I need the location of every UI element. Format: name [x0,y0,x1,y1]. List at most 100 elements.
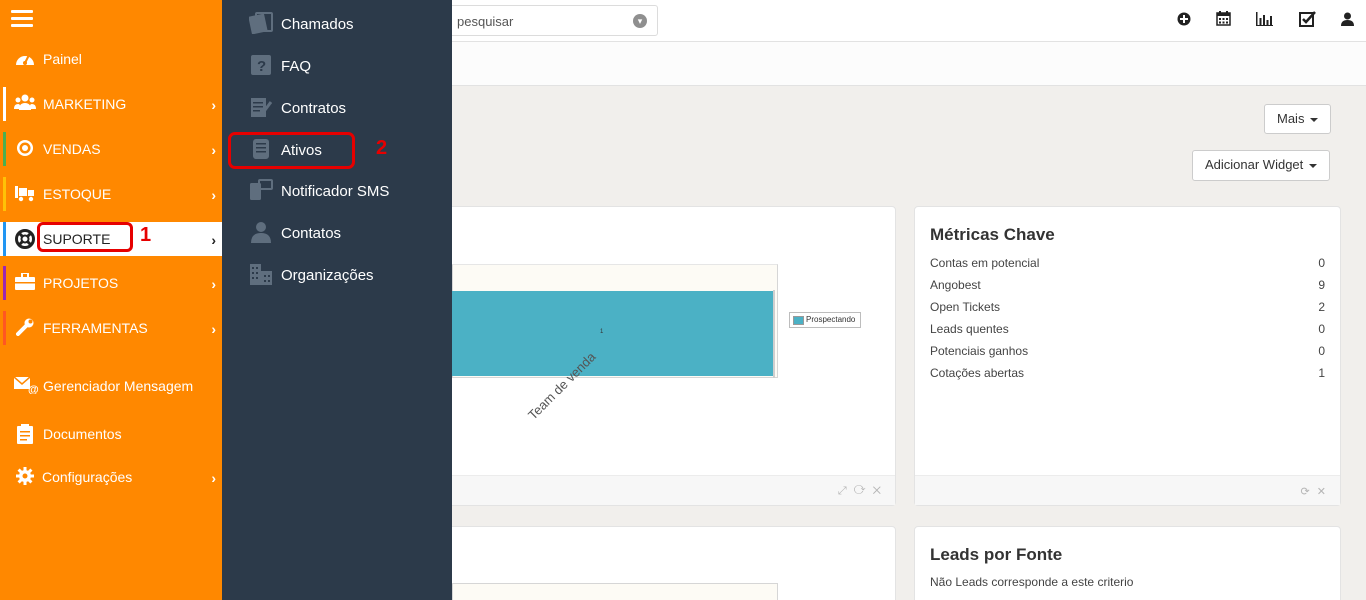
metric-value: 1 [1318,366,1325,380]
leads-empty-text: Não Leads corresponde a este criterio [930,575,1134,589]
mais-button[interactable]: Mais [1264,104,1332,134]
submenu-item-label: Notificador SMS [281,183,390,200]
sidebar-item-label: Painel [43,51,82,67]
sidebar-item-label: MARKETING [43,96,127,112]
metric-label: Open Tickets [930,300,1001,314]
legend-swatch [793,316,804,325]
chart-bar [452,291,774,376]
search-box[interactable]: pesquisar ▾ [440,5,658,36]
panel-footer: ⟳ ✕ [915,475,1340,505]
chart-area-2 [452,583,778,600]
svg-text:@: @ [28,384,39,394]
metric-row: Angobest 9 [930,278,1325,292]
wrench-icon [14,318,36,338]
sidebar-item-label: VENDAS [43,141,101,157]
sidebar-item-label: ESTOQUE [43,186,112,202]
sms-icon [249,179,273,203]
sidebar-item-gerenciador-mensagem[interactable]: @ Gerenciador Mensagem [0,369,222,403]
submenu-item-contatos[interactable]: Contatos [222,216,452,250]
metric-row: Contas em potencial 0 [930,256,1325,270]
metric-label: Contas em potencial [930,256,1040,270]
metric-row: Open Tickets 2 [930,300,1325,314]
faq-icon: ? [249,54,273,78]
sidebar-item-ferramentas[interactable]: FERRAMENTAS › [0,311,222,345]
bar-chart-icon[interactable] [1254,11,1274,31]
sidebar-item-label: Gerenciador Mensagem [43,378,194,394]
annotation-number-1: 1 [140,224,152,246]
chevron-right-icon: › [211,321,216,337]
user-icon[interactable] [1337,11,1357,31]
caret-down-icon [1310,117,1319,122]
submenu-item-faq[interactable]: ? FAQ [222,49,452,83]
panel-footer: ⤢ ⟳ ✕ [431,475,895,505]
submenu-item-label: Chamados [281,16,354,33]
document-icon [14,424,36,444]
contract-icon [249,96,273,120]
search-input[interactable]: pesquisar [457,14,513,29]
metric-value: 0 [1318,322,1325,336]
submenu-item-notificador-sms[interactable]: Notificador SMS [222,174,452,208]
sidebar-item-vendas[interactable]: VENDAS › [0,132,222,166]
target-icon [14,139,36,159]
section-stripe [3,177,6,211]
adicionar-widget-button[interactable]: Adicionar Widget [1192,150,1331,181]
calendar-icon[interactable] [1213,11,1233,31]
metric-value: 0 [1318,256,1325,270]
metric-row: Leads quentes 0 [930,322,1325,336]
submenu-item-label: FAQ [281,58,312,75]
section-stripe [3,222,6,256]
lifebuoy-icon [14,229,36,249]
section-stripe [3,132,6,166]
sidebar-item-painel[interactable]: Painel [0,42,222,76]
chevron-down-icon[interactable]: ▾ [633,14,647,28]
hamburger-menu-icon[interactable] [11,10,33,28]
panel-controls-icon[interactable]: ⤢ ⟳ ✕ [838,485,883,498]
chevron-right-icon: › [211,187,216,203]
sidebar-item-documentos[interactable]: Documentos [0,417,222,451]
ticket-icon [248,12,273,36]
metric-label: Leads quentes [930,322,1009,336]
bar-data-label: 1 [600,329,604,335]
chart-axis-line [773,290,775,378]
adicionar-widget-label: Adicionar Widget [1205,157,1304,172]
sidebar-item-label: Documentos [43,426,122,442]
chevron-right-icon: › [211,470,216,486]
caret-down-icon [1309,163,1318,168]
users-icon [14,94,36,114]
legend-label: Prospectando [806,315,856,324]
annotation-box-1 [37,222,133,252]
briefcase-icon [14,272,36,293]
plus-circle-icon[interactable] [1174,11,1194,31]
leads-panel: Leads por Fonte Não Leads corresponde a … [914,526,1341,600]
dashboard-icon [14,49,36,69]
building-icon [249,263,273,287]
annotation-box-2 [228,132,355,169]
chart-legend: Prospectando [789,312,861,328]
submenu-item-label: Contatos [281,225,342,242]
submenu-item-chamados[interactable]: Chamados [222,7,452,41]
contact-icon [249,221,273,245]
section-stripe [3,87,6,121]
gear-icon [14,467,36,487]
svg-text:?: ? [257,58,266,75]
panel-controls-icon[interactable]: ⟳ ✕ [1301,485,1329,498]
metric-label: Angobest [930,278,981,292]
checkbox-icon[interactable] [1297,11,1317,31]
chevron-right-icon: › [211,142,216,158]
annotation-number-2: 2 [376,137,388,159]
chevron-right-icon: › [211,276,216,292]
sidebar-item-marketing[interactable]: MARKETING › [0,87,222,121]
mais-label: Mais [1277,111,1305,126]
metric-row: Potenciais ganhos 0 [930,344,1325,358]
submenu-item-label: Organizações [281,267,374,284]
sidebar-item-configuracoes[interactable]: Configurações › [0,460,222,494]
submenu-item-contratos[interactable]: Contratos [222,91,452,125]
metric-label: Potenciais ganhos [930,344,1029,358]
metricas-title: Métricas Chave [930,225,1055,244]
metric-label: Cotações abertas [930,366,1025,380]
metric-value: 0 [1318,344,1325,358]
metric-value: 2 [1318,300,1325,314]
submenu-item-organizacoes[interactable]: Organizações [222,258,452,292]
sidebar-item-projetos[interactable]: PROJETOS › [0,266,222,300]
sidebar-item-estoque[interactable]: ESTOQUE › [0,177,222,211]
